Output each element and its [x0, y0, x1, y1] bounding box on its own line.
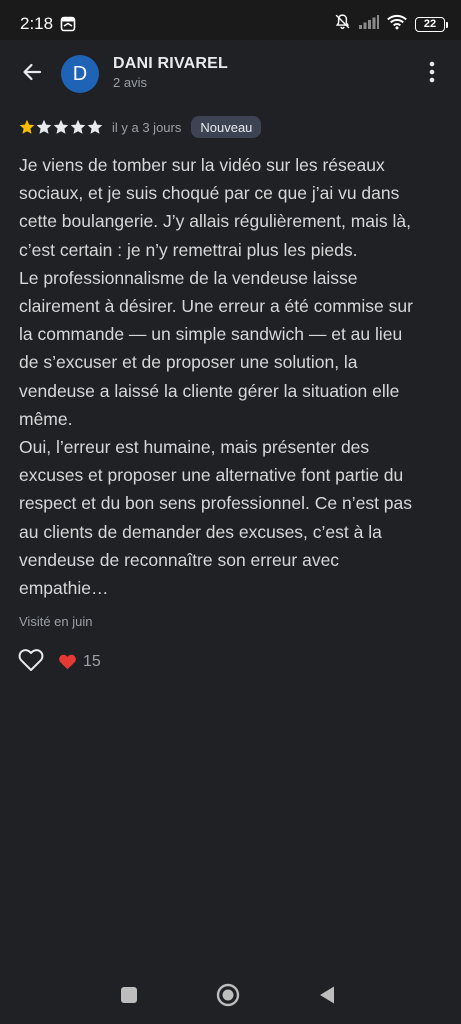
star-empty-icon — [36, 119, 52, 134]
review-date: il y a 3 jours — [112, 119, 182, 135]
star-filled-icon — [19, 119, 35, 134]
rating-row: il y a 3 jours Nouveau — [19, 116, 262, 138]
red-heart-icon — [58, 653, 77, 672]
star-empty-icon — [70, 119, 86, 134]
status-icons: 22 — [334, 13, 448, 35]
gallery-app-icon — [60, 16, 76, 32]
review-header: D DANI RIVAREL 2 avis — [0, 40, 461, 108]
review-paragraph: Oui, l’erreur est humaine, mais présente… — [19, 437, 413, 599]
screen: 2:18 22 D DANI RIVAREL 2 avis il y a 3 j… — [0, 0, 461, 1024]
reviewer-name[interactable]: DANI RIVAREL — [113, 55, 228, 73]
avatar[interactable]: D — [61, 55, 99, 93]
recents-button[interactable] — [117, 985, 141, 1009]
battery-level: 22 — [423, 18, 437, 30]
back-arrow-icon — [20, 60, 44, 89]
system-nav-bar — [0, 968, 461, 1024]
visit-info: Visité en juin — [19, 614, 93, 629]
reviewer-review-count: 2 avis — [113, 75, 147, 90]
more-options-button[interactable] — [417, 58, 447, 90]
wifi-icon — [387, 14, 407, 35]
home-button[interactable] — [216, 983, 240, 1012]
square-recents-icon — [120, 986, 138, 1009]
review-paragraph: Je viens de tomber sur la vidéo sur les … — [19, 155, 411, 260]
more-vert-icon — [429, 61, 435, 88]
back-button[interactable] — [12, 56, 52, 92]
battery-icon: 22 — [415, 16, 448, 32]
back-nav-button[interactable] — [315, 985, 339, 1009]
bell-off-icon — [334, 13, 351, 35]
reaction-count[interactable]: 15 — [83, 653, 101, 671]
review-text: Je viens de tomber sur la vidéo sur les … — [19, 151, 447, 602]
triangle-back-icon — [318, 985, 336, 1010]
status-time: 2:18 — [20, 14, 54, 33]
reactions-row: 15 — [18, 648, 101, 676]
star-empty-icon — [87, 119, 103, 134]
new-badge: Nouveau — [191, 116, 262, 138]
like-button[interactable] — [18, 648, 44, 677]
heart-outline-icon — [18, 648, 44, 677]
star-empty-icon — [53, 119, 69, 134]
circle-home-icon — [216, 983, 240, 1012]
star-rating — [19, 119, 103, 135]
review-paragraph: Le professionnalisme de la vendeuse lais… — [19, 267, 413, 429]
signal-icon — [359, 14, 379, 34]
status-bar: 2:18 22 — [0, 0, 461, 40]
